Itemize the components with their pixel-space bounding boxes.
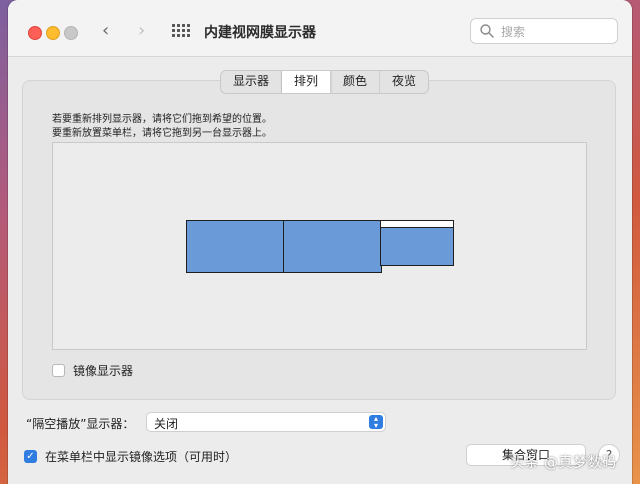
display-arrangement-area[interactable] — [52, 142, 587, 350]
show-mirroring-label: 在菜单栏中显示镜像选项（可用时） — [45, 450, 238, 464]
search-input[interactable] — [499, 22, 613, 42]
zoom-button[interactable] — [64, 26, 78, 40]
mirror-displays-label: 镜像显示器 — [73, 364, 134, 378]
airplay-display-label: “隔空播放”显示器： — [26, 417, 135, 431]
display-thumbnail-2[interactable] — [283, 220, 382, 273]
tab-arrangement[interactable]: 排列 — [282, 71, 332, 93]
window-title: 内建视网膜显示器 — [204, 25, 316, 41]
airplay-display-select[interactable]: 关闭 ▴ ▾ — [146, 412, 386, 432]
tab-night-shift[interactable]: 夜览 — [380, 71, 428, 93]
system-preferences-window: ‹ › 内建视网膜显示器 显示器 排列 颜色 夜览 若要重新排列显示器，请将它们… — [8, 0, 632, 484]
chevron-updown-icon: ▴ ▾ — [369, 415, 383, 430]
display-thumbnail-1[interactable] — [186, 220, 285, 273]
search-field[interactable] — [470, 18, 618, 44]
show-mirroring-option[interactable]: ✓ 在菜单栏中显示镜像选项（可用时） — [24, 448, 237, 465]
chevron-left-icon[interactable]: ‹ — [102, 20, 109, 41]
mirror-displays-checkbox[interactable] — [52, 364, 65, 377]
show-mirroring-checkbox[interactable]: ✓ — [24, 450, 37, 463]
instruction-menubar: 要重新放置菜单栏，请将它拖到另一台显示器上。 — [52, 128, 272, 139]
title-bar: ‹ › 内建视网膜显示器 — [8, 0, 632, 57]
instruction-rearrange: 若要重新排列显示器，请将它们拖到希望的位置。 — [52, 114, 272, 125]
minimize-button[interactable] — [46, 26, 60, 40]
search-icon — [480, 24, 494, 38]
mirror-displays-option[interactable]: 镜像显示器 — [52, 362, 133, 379]
grid-icon[interactable] — [172, 24, 190, 38]
tab-color[interactable]: 颜色 — [331, 71, 381, 93]
airplay-display-value: 关闭 — [154, 417, 179, 431]
close-button[interactable] — [28, 26, 42, 40]
watermark: 头条 @真梦数码 — [510, 455, 617, 471]
chevron-right-icon[interactable]: › — [138, 20, 145, 41]
display-thumbnail-main[interactable] — [380, 220, 454, 266]
tab-bar: 显示器 排列 颜色 夜览 — [220, 70, 430, 94]
tab-display[interactable]: 显示器 — [221, 71, 283, 93]
menu-bar-indicator[interactable] — [381, 221, 453, 228]
